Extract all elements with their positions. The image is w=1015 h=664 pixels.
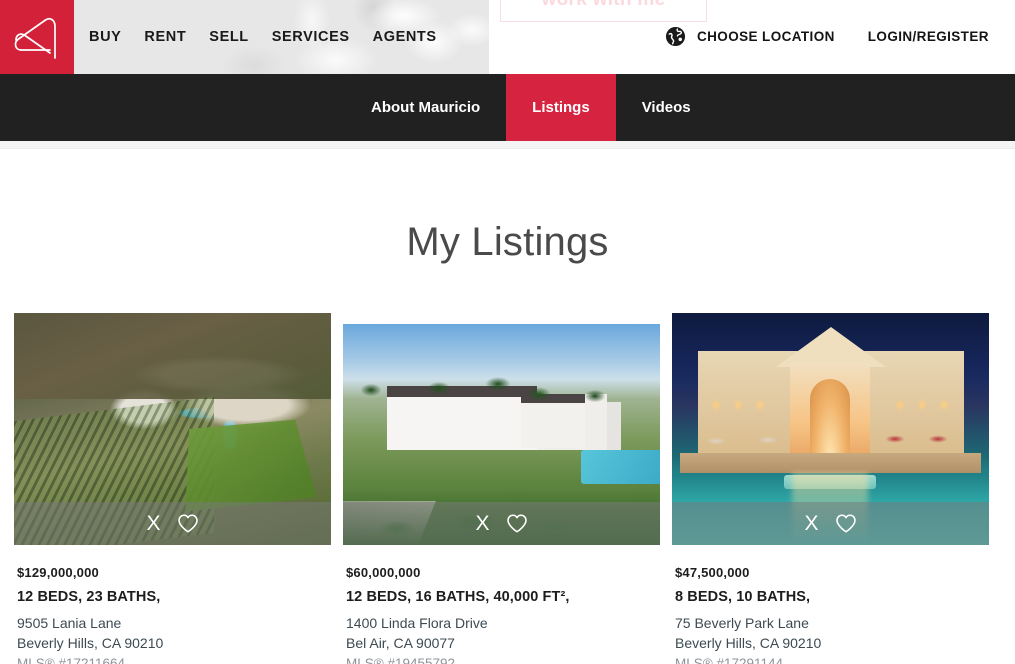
close-x-icon[interactable]: X [146,513,160,534]
utility-links: CHOOSE LOCATION LOGIN/REGISTER [665,26,989,47]
listing-price: $129,000,000 [17,565,99,580]
listing-address-line1: 1400 Linda Flora Drive [346,614,488,631]
listing-mls: MLS® #17291144 [675,655,784,664]
work-with-me-button[interactable]: work with me [500,0,707,22]
listing-actions: X [14,502,331,545]
subnav-item-about-mauricio[interactable]: About Mauricio [345,74,506,141]
listing-card[interactable]: X $60,000,000 12 BEDS, 16 BATHS, 40,000 … [343,313,660,664]
listing-info: $60,000,000 12 BEDS, 16 BATHS, 40,000 FT… [343,545,660,664]
listing-mls: MLS® #17211664 [17,655,126,664]
heart-outline-icon[interactable] [177,513,199,534]
heart-outline-icon[interactable] [835,513,857,534]
menu-item-sell[interactable]: SELL [209,29,248,45]
listing-info: $47,500,000 8 BEDS, 10 BATHS, 75 Beverly… [672,545,989,664]
listing-specs: 8 BEDS, 10 BATHS, [675,588,811,605]
menu-item-buy[interactable]: BUY [89,29,121,45]
menu-item-agents[interactable]: AGENTS [373,29,437,45]
page-title: My Listings [406,220,609,264]
listings-grid: X $129,000,000 12 BEDS, 23 BATHS, 9505 L… [0,262,1015,664]
listing-card[interactable]: X $47,500,000 8 BEDS, 10 BATHS, 75 Bever… [672,313,989,664]
listing-address-line1: 75 Beverly Park Lane [675,614,809,631]
photo-hillside [14,313,331,399]
the-agency-logo[interactable] [0,0,74,74]
close-x-icon[interactable]: X [475,513,489,534]
listings-page: BUY RENT SELL SERVICES AGENTS work with … [0,0,1015,664]
listing-specs: 12 BEDS, 23 BATHS, [17,588,161,605]
subnav-item-listings[interactable]: Listings [506,74,616,141]
a-monogram-icon [14,17,56,59]
main-content: My Listings X $129,000,000 12 BEDS, 23 B… [0,149,1015,664]
listing-actions: X [343,502,660,545]
subnav-divider [0,141,1015,149]
listing-photo[interactable]: X [14,313,331,545]
menu-item-rent[interactable]: RENT [144,29,186,45]
choose-location-link[interactable]: CHOOSE LOCATION [697,29,835,44]
primary-menu: BUY RENT SELL SERVICES AGENTS [74,29,437,45]
listing-mls: MLS® #19455792 [346,655,456,664]
subnav-item-videos[interactable]: Videos [616,74,717,141]
listing-price: $60,000,000 [346,565,421,580]
listing-price: $47,500,000 [675,565,750,580]
heart-outline-icon[interactable] [506,513,528,534]
listing-address-line2: Beverly Hills, CA 90210 [675,634,822,651]
site-header: BUY RENT SELL SERVICES AGENTS work with … [0,0,1015,74]
photo-lawn [185,419,317,512]
listing-specs: 12 BEDS, 16 BATHS, 40,000 FT², [346,588,570,605]
listing-card[interactable]: X $129,000,000 12 BEDS, 23 BATHS, 9505 L… [14,313,331,664]
listing-photo[interactable]: X [672,313,989,545]
listing-address-line2: Bel Air, CA 90077 [346,634,455,651]
primary-nav-panel: BUY RENT SELL SERVICES AGENTS [74,0,489,74]
menu-item-services[interactable]: SERVICES [272,29,350,45]
agent-subnav: About Mauricio Listings Videos [0,74,1015,141]
listing-address-line2: Beverly Hills, CA 90210 [17,634,164,651]
listing-address-line1: 9505 Lania Lane [17,614,122,631]
listing-info: $129,000,000 12 BEDS, 23 BATHS, 9505 Lan… [14,545,331,664]
listing-actions: X [672,502,989,545]
listing-photo[interactable]: X [343,324,660,545]
header-right-area: work with me CHOOSE LOCATION LOGIN/REGIS… [489,0,1015,74]
globe-icon[interactable] [665,26,686,47]
login-register-link[interactable]: LOGIN/REGISTER [868,29,989,44]
close-x-icon[interactable]: X [804,513,818,534]
